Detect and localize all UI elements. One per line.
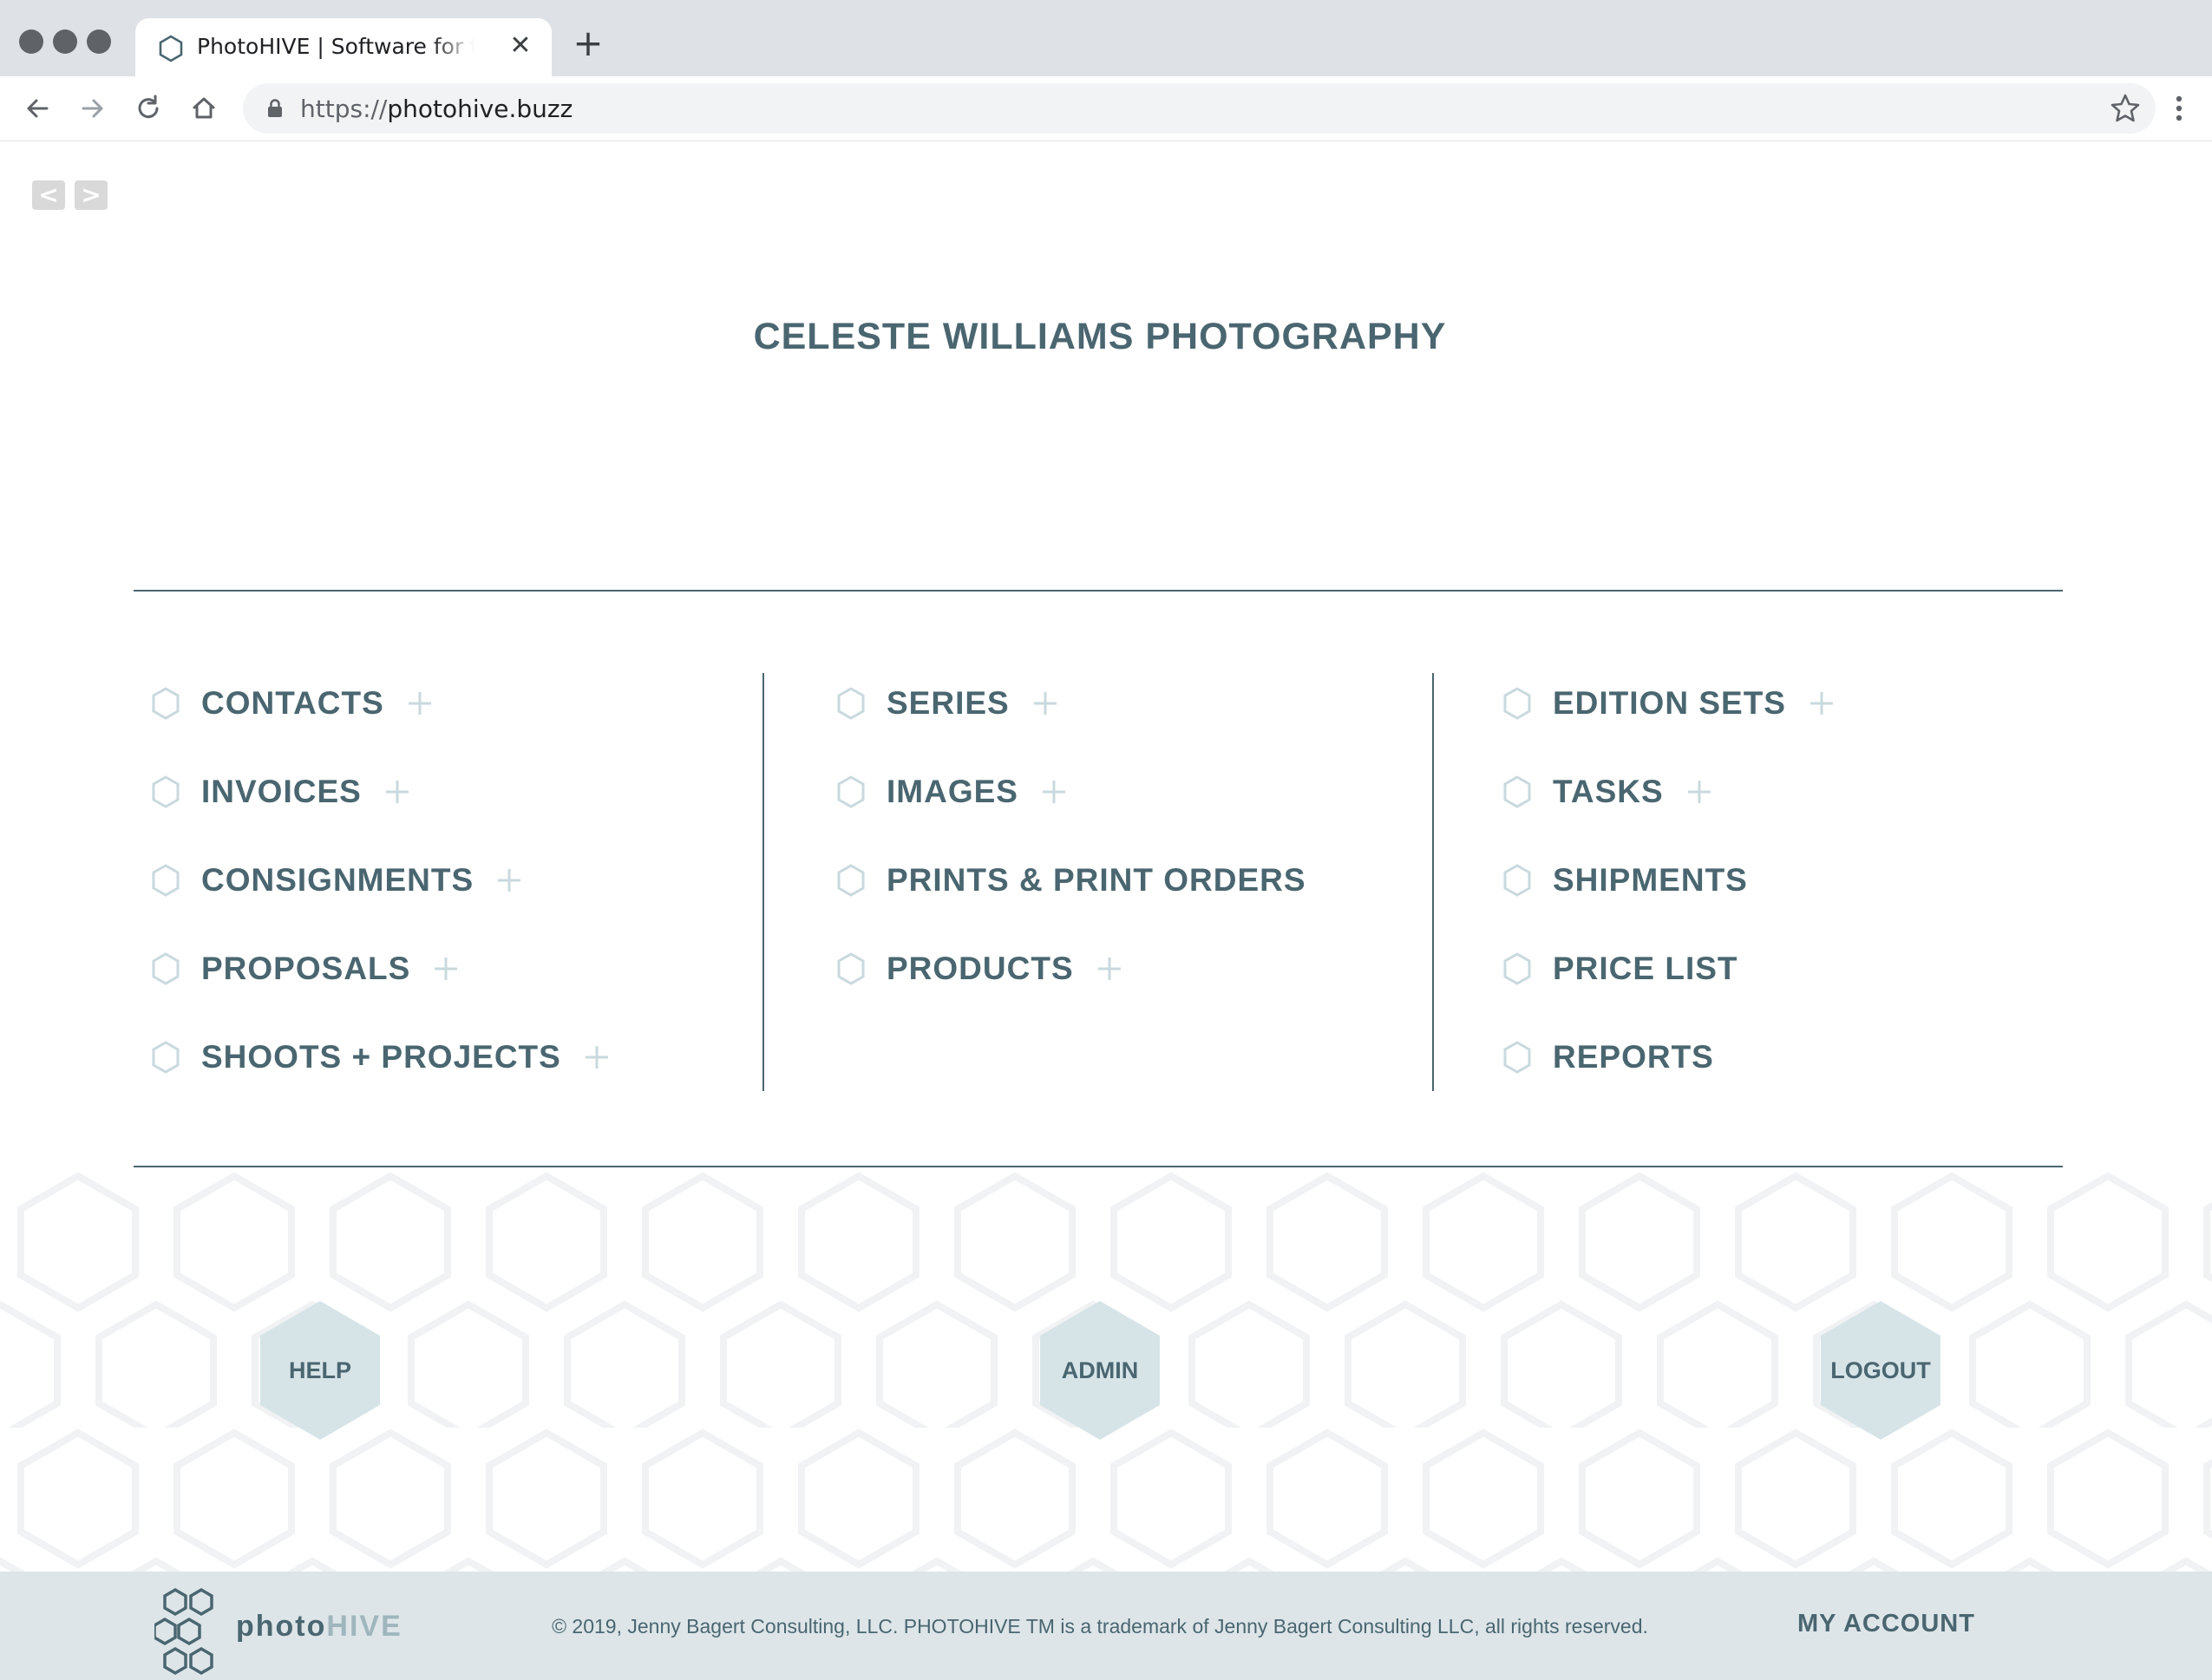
page-title: CELESTE WILLIAMS PHOTOGRAPHY xyxy=(753,316,1447,357)
menu-item-series[interactable]: SERIES xyxy=(836,677,1058,729)
menu-item-label: SHIPMENTS xyxy=(1553,862,1748,898)
column-divider-2 xyxy=(1432,673,1434,1091)
menu-item-label: REPORTS xyxy=(1553,1039,1714,1075)
hexagon-icon xyxy=(152,864,180,897)
menu-item-label: SERIES xyxy=(887,685,1010,721)
menu-item-proposals[interactable]: PROPOSALS xyxy=(151,943,459,995)
hexagon-icon xyxy=(837,864,865,897)
hexagon-icon xyxy=(1503,952,1531,985)
add-contact-plus-icon[interactable] xyxy=(407,690,433,716)
menu-item-price-list[interactable]: PRICE LIST xyxy=(1502,943,1738,995)
hexagon-icon xyxy=(1503,687,1531,720)
admin-button-label: ADMIN xyxy=(1061,1356,1139,1383)
admin-button[interactable]: ADMIN xyxy=(1040,1301,1160,1440)
add-shoot-plus-icon[interactable] xyxy=(584,1044,610,1070)
menu-item-label: INVOICES xyxy=(201,774,362,809)
hexagon-icon xyxy=(837,775,865,808)
new-tab-plus-icon[interactable]: + xyxy=(571,25,605,62)
add-task-plus-icon[interactable] xyxy=(1686,779,1712,805)
my-account-link[interactable]: MY ACCOUNT xyxy=(1797,1610,1975,1638)
menu-item-consignments[interactable]: CONSIGNMENTS xyxy=(151,854,522,906)
add-consignment-plus-icon[interactable] xyxy=(496,867,522,893)
menu-item-label: CONTACTS xyxy=(201,685,384,721)
hexagon-icon xyxy=(1503,1041,1531,1074)
browser-tab-active[interactable]: PhotoHIVE | Software for the Business of… xyxy=(135,18,552,76)
back-arrow-icon[interactable] xyxy=(17,88,57,128)
menu-item-contacts[interactable]: CONTACTS xyxy=(151,677,433,729)
hexagon-icon xyxy=(152,775,180,808)
menu-item-shipments[interactable]: SHIPMENTS xyxy=(1502,854,1748,906)
menu-item-tasks[interactable]: TASKS xyxy=(1502,766,1712,818)
window-minimize-dot[interactable] xyxy=(53,29,77,54)
menu-item-images[interactable]: IMAGES xyxy=(836,766,1067,818)
add-edition-set-plus-icon[interactable] xyxy=(1809,690,1835,716)
menu-item-label: EDITION SETS xyxy=(1553,685,1786,721)
hexagon-icon xyxy=(152,952,180,985)
menu-item-prints-print-orders[interactable]: PRINTS & PRINT ORDERS xyxy=(836,854,1306,906)
menu-item-label: PROPOSALS xyxy=(201,951,411,986)
menu-item-label: PRINTS & PRINT ORDERS xyxy=(887,862,1306,898)
url-text: https://photohive.buzz xyxy=(300,95,573,123)
menu-item-label: TASKS xyxy=(1553,774,1664,809)
home-icon[interactable] xyxy=(184,88,224,128)
hexagon-icon xyxy=(1503,864,1531,897)
menu-item-shoots-projects[interactable]: SHOOTS + PROJECTS xyxy=(151,1031,610,1083)
menu-item-edition-sets[interactable]: EDITION SETS xyxy=(1502,677,1835,729)
bottom-divider xyxy=(134,1166,2063,1167)
kebab-menu-icon[interactable] xyxy=(2163,91,2195,126)
column-divider-1 xyxy=(762,673,764,1091)
tab-title: PhotoHIVE | Software for the Business of… xyxy=(197,34,474,59)
hexagon-icon xyxy=(837,952,865,985)
next-page-button[interactable]: > xyxy=(75,180,108,210)
window-close-dot[interactable] xyxy=(19,29,43,54)
hexagon-icon xyxy=(837,687,865,720)
menu-item-label: PRICE LIST xyxy=(1553,951,1738,986)
top-divider xyxy=(134,590,2063,592)
add-series-plus-icon[interactable] xyxy=(1032,690,1058,716)
menu-item-label: SHOOTS + PROJECTS xyxy=(201,1039,561,1075)
menu-item-products[interactable]: PRODUCTS xyxy=(836,943,1122,995)
logout-button[interactable]: LOGOUT xyxy=(1821,1301,1940,1440)
lock-icon xyxy=(268,99,282,117)
hexagon-favicon-icon xyxy=(159,35,183,62)
address-bar[interactable]: https://photohive.buzz xyxy=(243,83,2156,134)
add-proposal-plus-icon[interactable] xyxy=(433,956,459,982)
bookmark-star-icon[interactable] xyxy=(2108,91,2143,126)
menu-item-invoices[interactable]: INVOICES xyxy=(151,766,410,818)
hexagon-icon xyxy=(152,1041,180,1074)
add-product-plus-icon[interactable] xyxy=(1096,956,1122,982)
forward-arrow-icon[interactable] xyxy=(73,88,113,128)
prev-page-button[interactable]: < xyxy=(32,180,65,210)
window-zoom-dot[interactable] xyxy=(87,29,111,54)
reload-icon[interactable] xyxy=(128,88,168,128)
add-image-plus-icon[interactable] xyxy=(1041,779,1067,805)
add-invoice-plus-icon[interactable] xyxy=(384,779,410,805)
browser-tabstrip: PhotoHIVE | Software for the Business of… xyxy=(0,0,2212,76)
help-button-label: HELP xyxy=(288,1356,351,1383)
footer: photoHIVE © 2019, Jenny Bagert Consultin… xyxy=(0,1572,2212,1680)
hexagon-icon xyxy=(152,687,180,720)
menu-item-label: PRODUCTS xyxy=(887,951,1074,986)
tab-close-icon[interactable]: ✕ xyxy=(505,30,536,62)
menu-item-label: CONSIGNMENTS xyxy=(201,862,474,898)
help-button[interactable]: HELP xyxy=(260,1301,380,1440)
browser-toolbar: https://photohive.buzz xyxy=(0,76,2212,141)
logout-button-label: LOGOUT xyxy=(1830,1356,1931,1383)
menu-item-reports[interactable]: REPORTS xyxy=(1502,1031,1714,1083)
hexagon-icon xyxy=(1503,775,1531,808)
menu-item-label: IMAGES xyxy=(887,774,1018,809)
